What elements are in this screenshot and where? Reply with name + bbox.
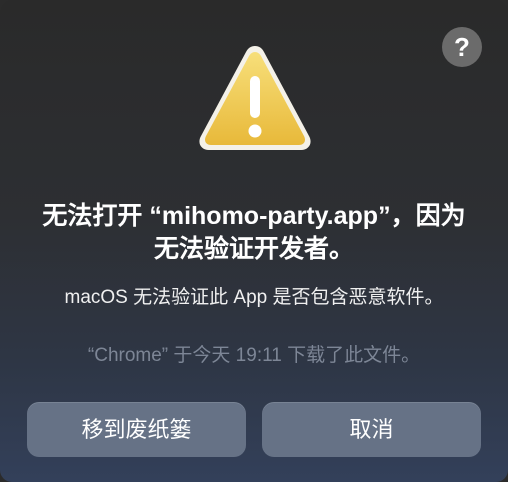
help-button[interactable]: ? [442,27,482,67]
move-to-trash-button[interactable]: 移到废纸篓 [27,402,246,457]
dialog-title: 无法打开 “mihomo-party.app”，因为无法验证开发者。 [42,202,466,263]
download-info: “Chrome” 于今天 19:11 下载了此文件。 [87,345,421,366]
dialog-message: macOS 无法验证此 App 是否包含恶意软件。 [64,287,444,308]
alert-dialog: ? 无法打开 “mihomo-party.app”，因为无法验证开发者。 mac… [0,0,508,482]
cancel-button[interactable]: 取消 [262,402,481,457]
warning-triangle-icon [199,46,311,150]
